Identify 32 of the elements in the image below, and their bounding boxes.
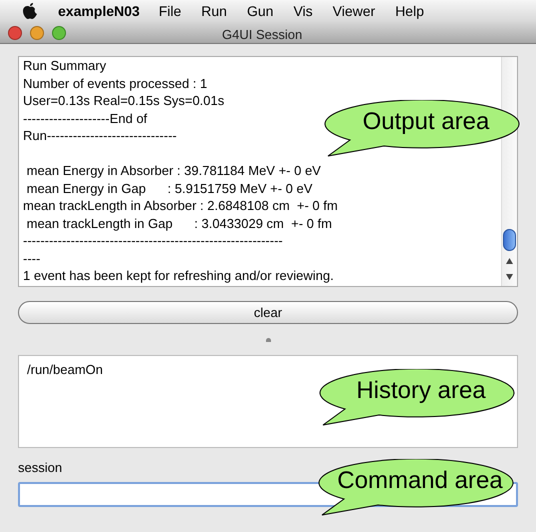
- scroll-up-icon[interactable]: [506, 258, 513, 264]
- menu-item[interactable]: File: [158, 0, 182, 22]
- menu-item[interactable]: Vis: [293, 0, 313, 22]
- menu-item[interactable]: Viewer: [332, 0, 376, 22]
- output-line: ----: [23, 250, 40, 267]
- output-line: --------------------End of: [23, 110, 148, 127]
- output-line: User=0.13s Real=0.15s Sys=0.01s: [23, 92, 224, 110]
- menu-item[interactable]: Run: [201, 0, 227, 22]
- minimize-button[interactable]: [30, 26, 44, 40]
- output-line: Number of events processed : 1: [23, 74, 208, 92]
- window-title: G4UI Session: [222, 26, 302, 44]
- zoom-button[interactable]: [52, 26, 66, 40]
- app-name[interactable]: exampleN03: [58, 0, 140, 22]
- splitter-handle-icon[interactable]: [266, 338, 270, 342]
- output-line: mean trackLength in Absorber : 2.6848108 cm +- 0 fm: [23, 197, 338, 214]
- output-line: 1 event has been kept for refreshing and/or reviewing.: [23, 267, 334, 284]
- output-line: ------------------------------------------------------------: [23, 232, 283, 250]
- output-line: mean trackLength in Gap : 3.0433029 cm +- 0 fm: [26, 214, 332, 232]
- output-line: Run------------------------------: [23, 127, 177, 144]
- output-line: mean Energy in Gap : 5.9151759 MeV +- 0 eV: [26, 180, 312, 197]
- menu-item[interactable]: Help: [395, 0, 424, 22]
- scroll-thumb[interactable]: [503, 229, 516, 251]
- clear-button[interactable]: clear: [18, 301, 518, 324]
- apple-logo-icon: [22, 2, 38, 20]
- menu-item[interactable]: Gun: [246, 0, 274, 22]
- output-line: Run Summary: [23, 57, 106, 74]
- session-label: session: [18, 459, 64, 477]
- scroll-down-icon[interactable]: [506, 274, 513, 280]
- output-line: mean Energy in Absorber : 39.781184 MeV +- 0 eV: [26, 162, 321, 180]
- scrollbar[interactable]: [501, 57, 517, 286]
- close-button[interactable]: [8, 26, 22, 40]
- history-item[interactable]: /run/beamOn: [27, 360, 103, 380]
